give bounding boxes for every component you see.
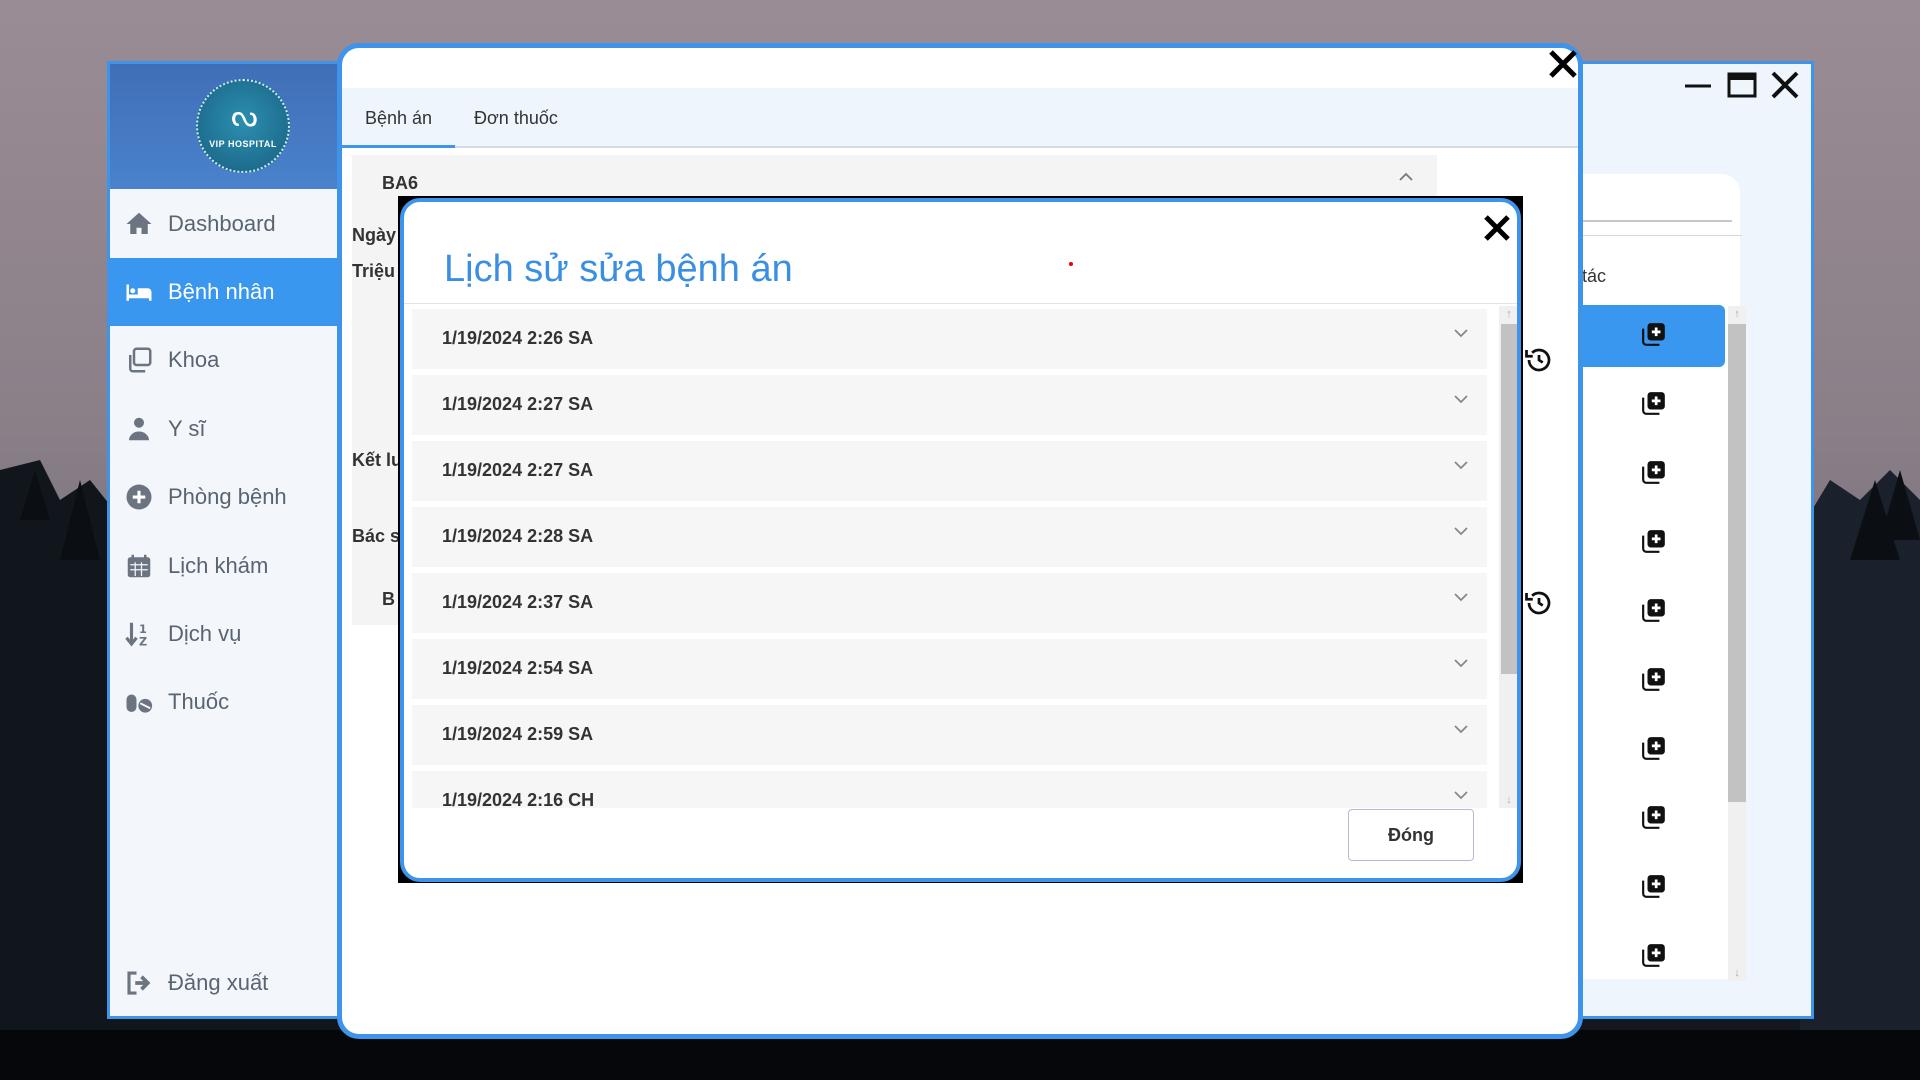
history-list-scrollbar[interactable]: ↑ ↓ [1499,306,1517,808]
scroll-down-icon[interactable]: ↓ [1499,794,1517,806]
field-label-date: Ngày [352,225,397,245]
history-timestamp: 1/19/2024 2:28 SA [442,526,594,546]
history-timestamp: 1/19/2024 2:37 SA [442,592,594,612]
chevron-down-icon [1451,389,1471,409]
history-item[interactable]: 1/19/2024 2:59 SA [412,705,1487,765]
divider [404,303,1517,304]
chevron-up-icon[interactable] [1397,168,1415,192]
history-timestamp: 1/19/2024 2:26 SA [442,328,594,348]
history-list: 1/19/2024 2:26 SA 1/19/2024 2:27 SA 1/19… [412,306,1492,808]
add-record-button[interactable] [1582,650,1725,712]
add-box-icon [1641,804,1667,835]
close-detail-window-button[interactable] [1543,44,1583,84]
field-label-conclusion: Kết lu [352,450,403,470]
add-record-button[interactable] [1582,305,1725,367]
scroll-up-icon[interactable]: ↑ [1499,308,1517,320]
history-item[interactable]: 1/19/2024 2:27 SA [412,441,1487,501]
chevron-down-icon [1451,455,1471,475]
add-box-icon [1641,459,1667,490]
add-box-icon [1641,528,1667,559]
scroll-thumb[interactable] [1501,324,1517,674]
scroll-up-icon[interactable]: ↑ [1728,308,1746,320]
add-box-icon [1641,597,1667,628]
history-item[interactable]: 1/19/2024 2:54 SA [412,639,1487,699]
field-label-symptom: Triệu [352,261,396,281]
history-timestamp: 1/19/2024 2:59 SA [442,724,594,744]
add-box-icon [1641,942,1667,973]
history-item[interactable]: 1/19/2024 2:27 SA [412,375,1487,435]
add-box-icon [1641,666,1667,697]
chevron-down-icon [1451,587,1471,607]
scroll-down-icon[interactable]: ↓ [1728,967,1746,979]
chevron-down-icon [1451,323,1471,343]
history-icon[interactable] [1524,345,1554,375]
add-record-button[interactable] [1582,512,1725,574]
record-list-scrollbar[interactable]: ↑ ↓ [1728,306,1746,981]
add-record-button[interactable] [1582,374,1725,436]
tab-bar: Bệnh án Đơn thuốc [342,88,1578,148]
chevron-down-icon [1451,653,1471,673]
history-item[interactable]: 1/19/2024 2:16 CH [412,771,1487,808]
tab-don-thuoc[interactable]: Đơn thuốc [474,88,558,148]
history-item[interactable]: 1/19/2024 2:28 SA [412,507,1487,567]
history-item[interactable]: 1/19/2024 2:37 SA [412,573,1487,633]
cursor-dot [1069,262,1073,266]
add-record-button[interactable] [1582,719,1725,781]
add-record-button[interactable] [1582,857,1725,919]
history-icon[interactable] [1524,588,1554,618]
chevron-down-icon [1451,785,1471,805]
history-timestamp: 1/19/2024 2:27 SA [442,460,594,480]
history-timestamp: 1/19/2024 2:27 SA [442,394,594,414]
next-card-title: B [382,589,395,609]
close-dialog-icon[interactable] [1477,208,1517,248]
edit-history-dialog: Lịch sử sửa bệnh án 1/19/2024 2:26 SA 1/… [400,198,1521,882]
divider [1582,235,1742,236]
history-timestamp: 1/19/2024 2:54 SA [442,658,594,678]
chevron-down-icon [1451,521,1471,541]
column-header-actions: tác [1582,266,1607,286]
record-card-title: BA6 [382,173,419,193]
tab-benh-an[interactable]: Bệnh án [342,88,455,148]
scroll-thumb[interactable] [1728,324,1746,802]
add-record-button[interactable] [1582,926,1725,988]
add-record-button[interactable] [1582,581,1725,643]
add-box-icon [1641,735,1667,766]
add-record-button[interactable] [1582,443,1725,505]
add-box-icon [1641,873,1667,904]
divider [1582,220,1732,222]
history-timestamp: 1/19/2024 2:16 CH [442,790,595,808]
add-record-button[interactable] [1582,788,1725,850]
add-box-icon [1641,321,1667,352]
add-box-icon [1641,390,1667,421]
chevron-down-icon [1451,719,1471,739]
close-button[interactable]: Đóng [1348,809,1474,861]
dialog-title: Lịch sử sửa bệnh án [444,248,793,290]
history-item[interactable]: 1/19/2024 2:26 SA [412,309,1487,369]
